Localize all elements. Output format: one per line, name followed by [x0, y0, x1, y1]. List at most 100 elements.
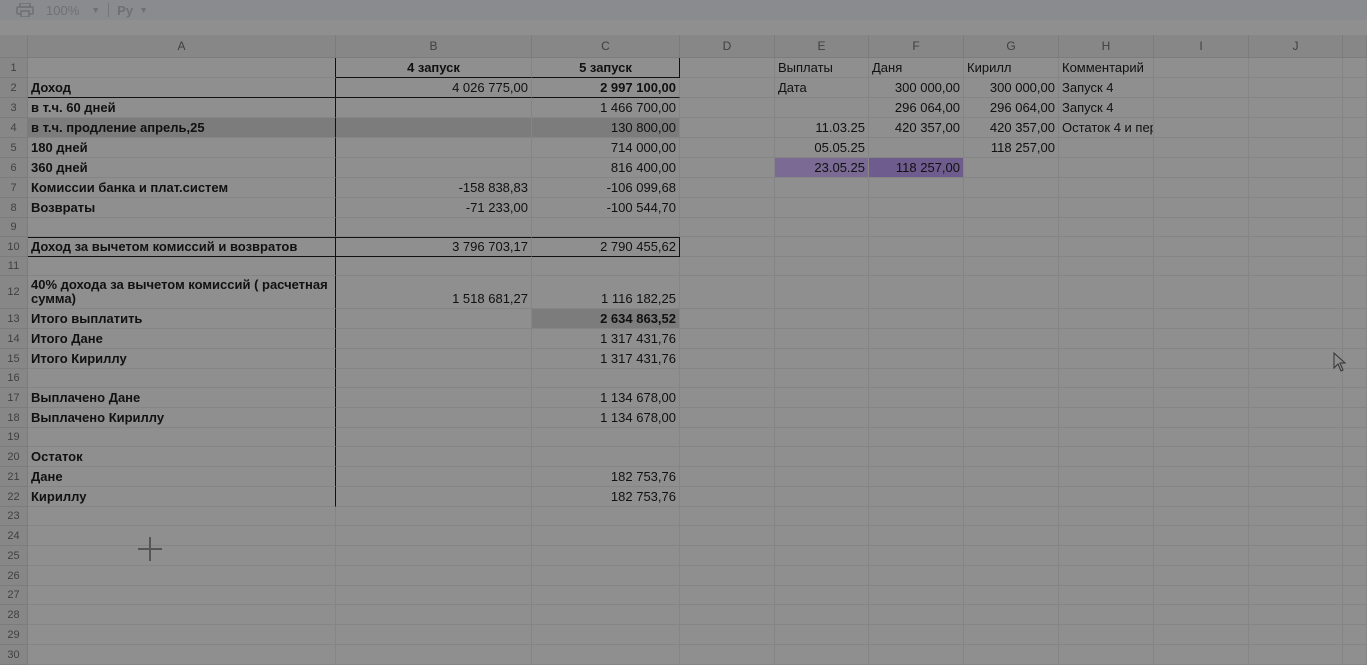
cell-b1[interactable]: 4 запуск — [336, 58, 532, 78]
cell-i17[interactable] — [1154, 388, 1249, 408]
cell-c9[interactable] — [532, 218, 680, 237]
cell-c13[interactable]: 2 634 863,52 — [532, 309, 680, 329]
cell-a13[interactable]: Итого выплатить — [28, 309, 336, 329]
cell-i19[interactable] — [1154, 428, 1249, 447]
cell-b20[interactable] — [336, 447, 532, 467]
cell-c11[interactable] — [532, 257, 680, 276]
cell-c22[interactable]: 182 753,76 — [532, 487, 680, 507]
row-header-14[interactable]: 14 — [0, 329, 28, 349]
cell-b15[interactable] — [336, 349, 532, 369]
cell-c2[interactable]: 2 997 100,00 — [532, 78, 680, 98]
cell-g13[interactable] — [964, 309, 1059, 329]
cell-e25[interactable] — [775, 546, 869, 566]
cell-d15[interactable] — [680, 349, 775, 369]
cell-i20[interactable] — [1154, 447, 1249, 467]
column-header-f[interactable]: F — [869, 35, 964, 57]
cell-g15[interactable] — [964, 349, 1059, 369]
cell-j1[interactable] — [1249, 58, 1343, 78]
cell-d20[interactable] — [680, 447, 775, 467]
cell-g23[interactable] — [964, 507, 1059, 526]
column-header-j[interactable]: J — [1249, 35, 1343, 57]
select-all-corner[interactable] — [0, 35, 28, 58]
cell-d19[interactable] — [680, 428, 775, 447]
cell-g25[interactable] — [964, 546, 1059, 566]
cell-e5[interactable]: 05.05.25 — [775, 138, 869, 158]
cell-h18[interactable] — [1059, 408, 1154, 428]
cell-j21[interactable] — [1249, 467, 1343, 487]
cell-d25[interactable] — [680, 546, 775, 566]
cell-h28[interactable] — [1059, 605, 1154, 625]
cell-j28[interactable] — [1249, 605, 1343, 625]
cell-b19[interactable] — [336, 428, 532, 447]
cell-b28[interactable] — [336, 605, 532, 625]
cell-c26[interactable] — [532, 566, 680, 586]
cell-j5[interactable] — [1249, 138, 1343, 158]
row-header-3[interactable]: 3 — [0, 98, 28, 118]
cell-g21[interactable] — [964, 467, 1059, 487]
column-header-b[interactable]: B — [336, 35, 532, 57]
cell-a19[interactable] — [28, 428, 336, 447]
cell-e20[interactable] — [775, 447, 869, 467]
cell-e22[interactable] — [775, 487, 869, 507]
cell-f10[interactable] — [869, 237, 964, 257]
cell-c21[interactable]: 182 753,76 — [532, 467, 680, 487]
cell-c29[interactable] — [532, 625, 680, 645]
cell-f27[interactable] — [869, 586, 964, 605]
cell-f24[interactable] — [869, 526, 964, 546]
cell-d21[interactable] — [680, 467, 775, 487]
cell-c18[interactable]: 1 134 678,00 — [532, 408, 680, 428]
cell-i26[interactable] — [1154, 566, 1249, 586]
column-header-g[interactable]: G — [964, 35, 1059, 57]
cell-d5[interactable] — [680, 138, 775, 158]
cell-d27[interactable] — [680, 586, 775, 605]
cell-j14[interactable] — [1249, 329, 1343, 349]
cell-a18[interactable]: Выплачено Кириллу — [28, 408, 336, 428]
cell-h4[interactable]: Остаток 4 и первая часть запуска 5 — [1059, 118, 1154, 138]
cell-k18[interactable] — [1343, 408, 1367, 428]
cell-a25[interactable] — [28, 546, 336, 566]
cell-b30[interactable] — [336, 645, 532, 665]
row-header-23[interactable]: 23 — [0, 507, 28, 526]
column-header-c[interactable]: C — [532, 35, 680, 57]
cell-i11[interactable] — [1154, 257, 1249, 276]
column-header-k[interactable] — [1343, 35, 1367, 57]
cell-e10[interactable] — [775, 237, 869, 257]
cell-i6[interactable] — [1154, 158, 1249, 178]
cell-i3[interactable] — [1154, 98, 1249, 118]
cell-d13[interactable] — [680, 309, 775, 329]
cell-c10[interactable]: 2 790 455,62 — [532, 237, 680, 257]
cell-f20[interactable] — [869, 447, 964, 467]
cell-b29[interactable] — [336, 625, 532, 645]
cell-f7[interactable] — [869, 178, 964, 198]
cell-i4[interactable] — [1154, 118, 1249, 138]
cell-f14[interactable] — [869, 329, 964, 349]
cell-e7[interactable] — [775, 178, 869, 198]
cell-d29[interactable] — [680, 625, 775, 645]
cell-h19[interactable] — [1059, 428, 1154, 447]
cell-k24[interactable] — [1343, 526, 1367, 546]
cell-j13[interactable] — [1249, 309, 1343, 329]
row-header-13[interactable]: 13 — [0, 309, 28, 329]
cell-k6[interactable] — [1343, 158, 1367, 178]
cell-d28[interactable] — [680, 605, 775, 625]
cell-i12[interactable] — [1154, 276, 1249, 309]
cell-h21[interactable] — [1059, 467, 1154, 487]
cell-f28[interactable] — [869, 605, 964, 625]
cell-a23[interactable] — [28, 507, 336, 526]
cell-b5[interactable] — [336, 138, 532, 158]
cell-e13[interactable] — [775, 309, 869, 329]
row-header-7[interactable]: 7 — [0, 178, 28, 198]
cell-h2[interactable]: Запуск 4 — [1059, 78, 1154, 98]
cell-h11[interactable] — [1059, 257, 1154, 276]
cell-a21[interactable]: Дане — [28, 467, 336, 487]
cell-k19[interactable] — [1343, 428, 1367, 447]
cell-e24[interactable] — [775, 526, 869, 546]
cell-j23[interactable] — [1249, 507, 1343, 526]
cell-f3[interactable]: 296 064,00 — [869, 98, 964, 118]
cell-b8[interactable]: -71 233,00 — [336, 198, 532, 218]
cell-j9[interactable] — [1249, 218, 1343, 237]
column-header-a[interactable]: A — [28, 35, 336, 57]
cell-d18[interactable] — [680, 408, 775, 428]
cell-c27[interactable] — [532, 586, 680, 605]
cell-j10[interactable] — [1249, 237, 1343, 257]
